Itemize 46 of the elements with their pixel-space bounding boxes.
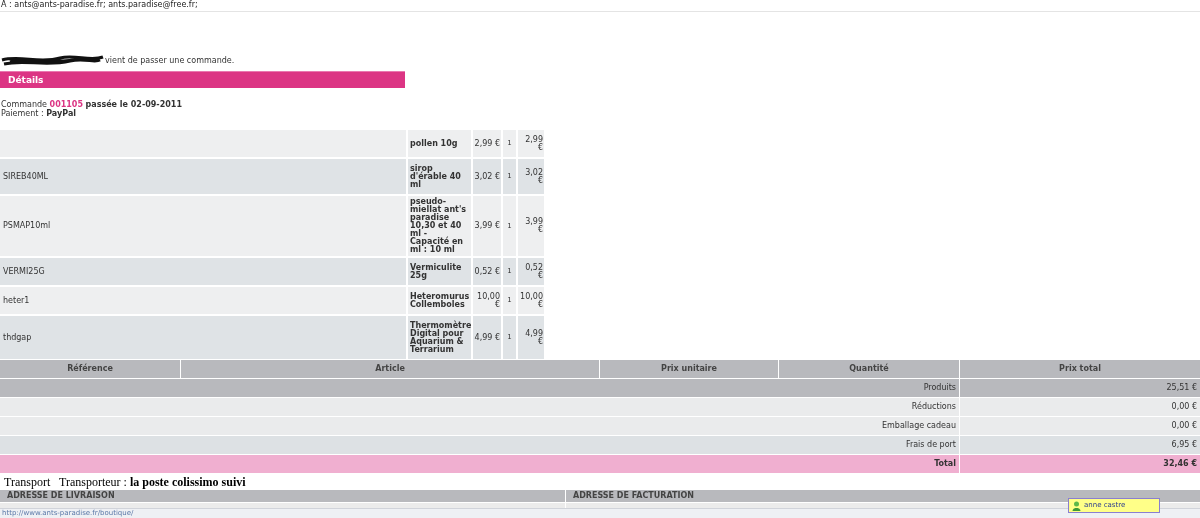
column-header: Article (181, 360, 599, 378)
table-cell: 3,02 € (473, 159, 501, 194)
section-header: Détails (0, 71, 405, 88)
summary-label: Total (0, 455, 959, 473)
summary-label: Frais de port (0, 436, 959, 454)
summary-label: Emballage cadeau (0, 417, 959, 435)
summary-label: Produits (0, 379, 959, 397)
table-cell: 0,52 € (518, 258, 544, 285)
table-cell: SIREB40ML (0, 159, 406, 194)
table-cell: Heteromurus Collemboles (408, 287, 471, 314)
table-cell: 10,00 € (473, 287, 501, 314)
summary-value: 6,95 € (960, 436, 1200, 454)
table-cell: pollen 10g (408, 130, 471, 157)
table-cell: sirop d'érable 40 ml (408, 159, 471, 194)
table-cell: 0,52 € (473, 258, 501, 285)
table-cell: 10,00 € (518, 287, 544, 314)
summary-value: 32,46 € (960, 455, 1200, 473)
intro-text: vient de passer une commande. (105, 55, 235, 67)
table-cell: thdgap (0, 316, 406, 359)
table-cell: 3,99 € (518, 196, 544, 256)
payment-line: Paiement : PayPal (1, 109, 78, 118)
table-cell: heter1 (0, 287, 406, 314)
table-cell: 4,99 € (473, 316, 501, 359)
table-cell: 4,99 € (518, 316, 544, 359)
table-cell: VERMI25G (0, 258, 406, 285)
table-cell: 2,99 € (473, 130, 501, 157)
column-header: Référence (0, 360, 180, 378)
table-cell: 3,99 € (473, 196, 501, 256)
column-header: Prix unitaire (600, 360, 778, 378)
address-header: ADRESSE DE FACTURATION (566, 490, 1200, 502)
transport-line: Transport Transporteur : la poste colissimo suivi (3, 475, 247, 489)
column-header: Quantité (779, 360, 959, 378)
table-cell: 2,99 € (518, 130, 544, 157)
summary-value: 25,51 € (960, 379, 1200, 397)
column-header: Prix total (960, 360, 1200, 378)
table-cell: Thermomètre Digital pour Aquarium & Terrarium (408, 316, 471, 359)
table-cell: pseudo-miellat ant's paradise 10,30 et 40 ml - Capacité en ml : 10 ml (408, 196, 471, 256)
table-cell: 3,02 € (518, 159, 544, 194)
summary-value: 0,00 € (960, 398, 1200, 416)
order-line: Commande 001105 passée le 02-09-2011 (1, 100, 183, 109)
summary-value: 0,00 € (960, 417, 1200, 435)
address-header: ADRESSE DE LIVRAISON (0, 490, 565, 502)
table-cell: Vermiculite 25g (408, 258, 471, 285)
table-cell: PSMAP10ml (0, 196, 406, 256)
recipients-text: A : ants@ants-paradise.fr; ants.paradise@free.fr; (1, 0, 198, 9)
summary-label: Réductions (0, 398, 959, 416)
